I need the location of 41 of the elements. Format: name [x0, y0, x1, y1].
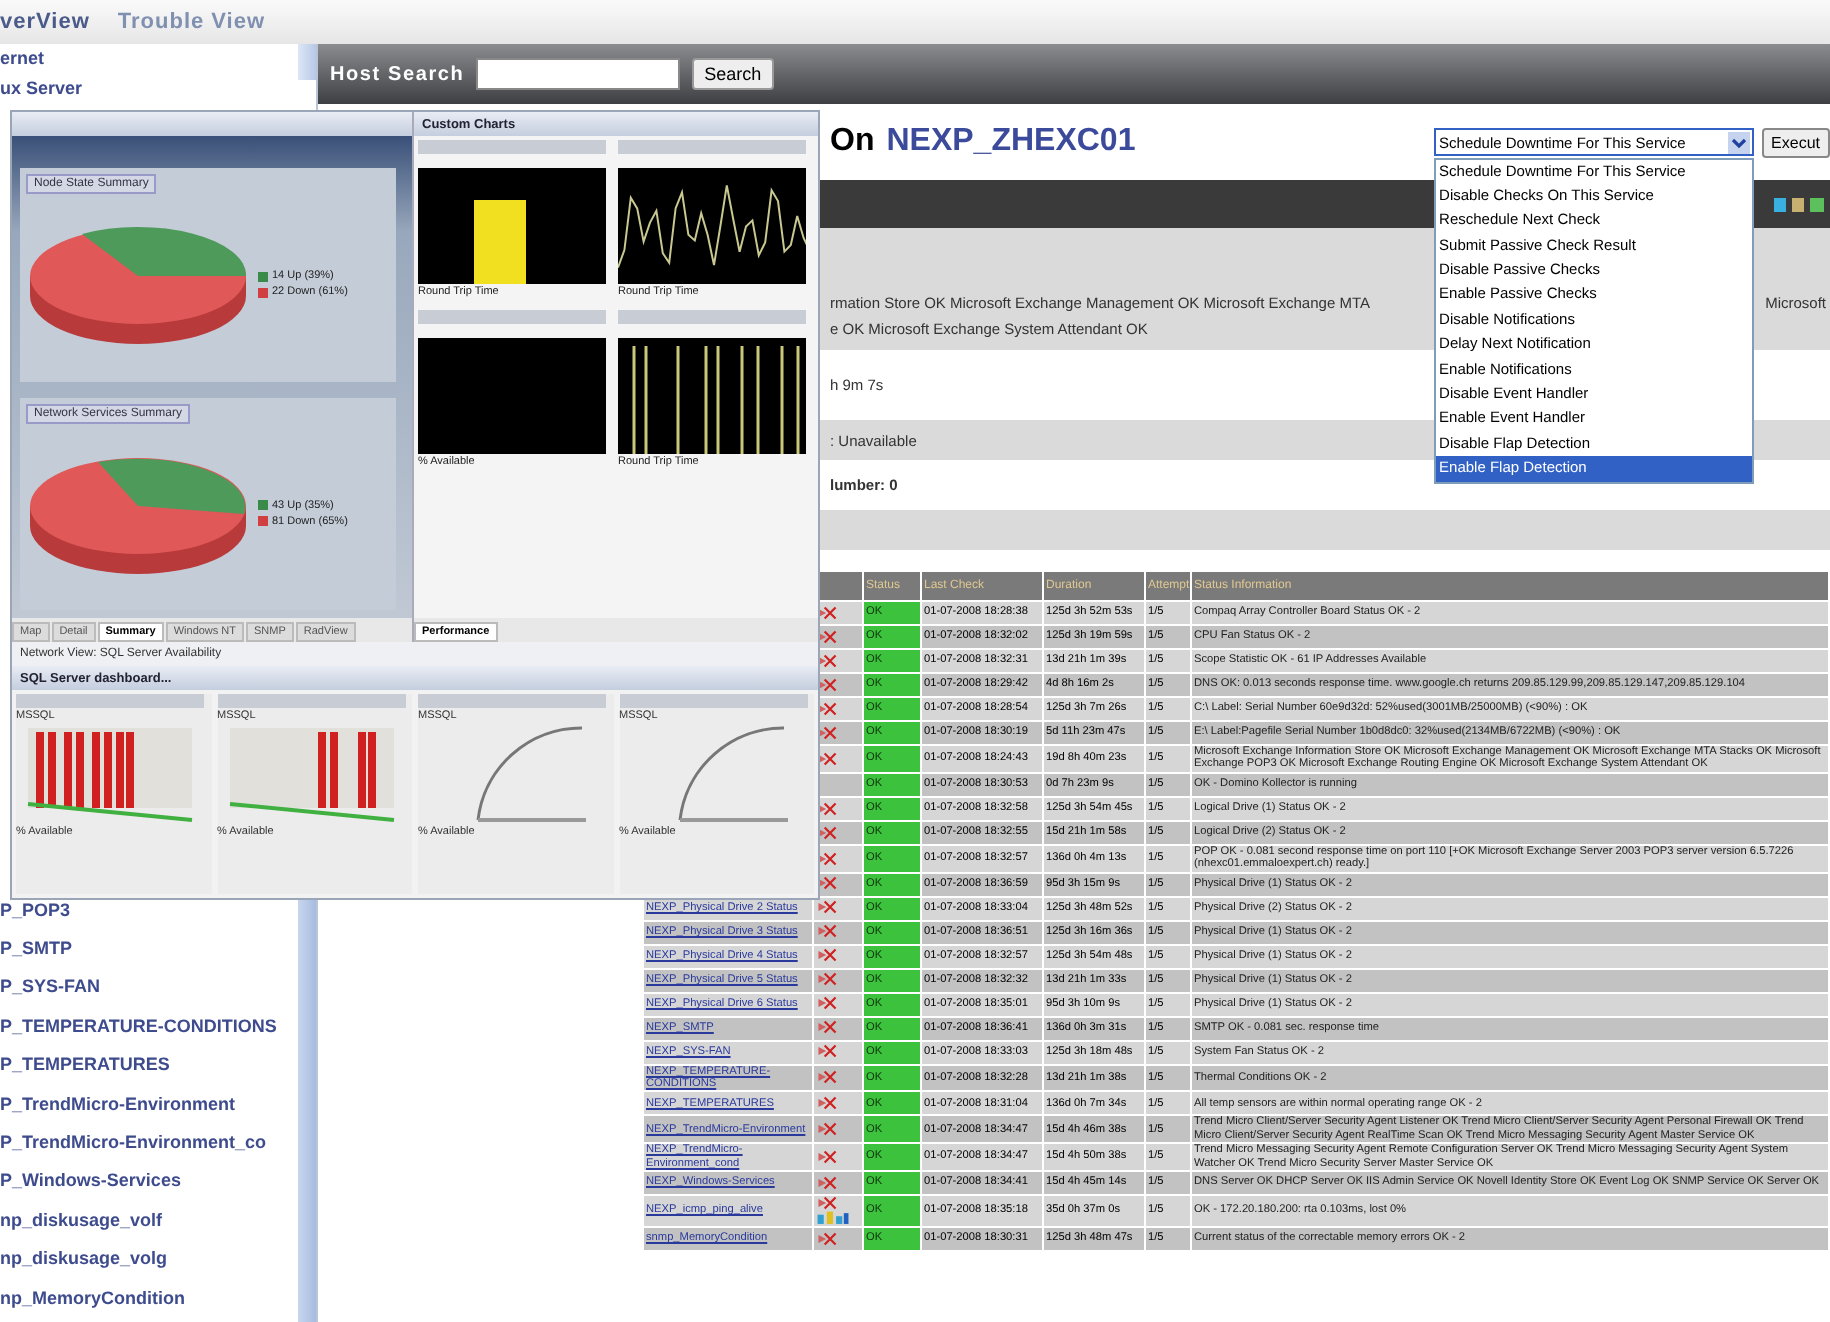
view-tab[interactable]: verView: [0, 10, 90, 34]
sidebar-item[interactable]: P_TEMPERATURES: [0, 1046, 298, 1086]
notifications-disabled-icon: [816, 1044, 838, 1059]
notifications-disabled-icon: [816, 1196, 838, 1211]
notifications-disabled-icon: [816, 1122, 838, 1137]
notifications-disabled-icon: [816, 972, 838, 987]
legend-swatch: [258, 287, 268, 298]
scrollbar[interactable]: [298, 900, 316, 1322]
notifications-disabled-icon: [816, 900, 838, 915]
sidebar-item[interactable]: np_MemoryCondition: [0, 1279, 298, 1318]
status-icons: [1774, 195, 1826, 213]
page-title: On: [830, 124, 875, 160]
execute-button[interactable]: Execut: [1761, 127, 1830, 157]
sidebar-item[interactable]: P_Windows-Services: [0, 1162, 298, 1202]
notifications-disabled-icon: [816, 1231, 838, 1246]
notifications-disabled-icon: [816, 1096, 838, 1111]
dropdown-arrow-icon: [1727, 131, 1750, 153]
legend-swatch: [258, 500, 268, 511]
notifications-disabled-icon: [816, 948, 838, 963]
sidebar-item[interactable]: P_SMTP: [0, 930, 298, 969]
legend-swatch: [258, 271, 268, 282]
legend-swatch: [258, 516, 268, 527]
sidebar-item[interactable]: P_TEMPERATURE-CONDITIONS: [0, 1007, 298, 1047]
notifications-disabled-icon: [816, 1020, 838, 1035]
notifications-disabled-icon: [816, 996, 838, 1011]
search-button[interactable]: Search: [692, 58, 774, 90]
sidebar-item[interactable]: np_diskusage_volg: [0, 1240, 298, 1280]
host-link[interactable]: NEXP_ZHEXC01: [886, 124, 1136, 160]
sidebar-item[interactable]: P_POP3: [0, 891, 298, 931]
notifications-disabled-icon: [816, 1149, 838, 1164]
notifications-disabled-icon: [816, 924, 838, 939]
sidebar-item[interactable]: ux Server: [0, 74, 298, 104]
search-label: Host Search: [330, 63, 465, 85]
sidebar-item[interactable]: np_diskusage_volf: [0, 1201, 298, 1241]
search-field[interactable]: [476, 58, 681, 90]
notifications-disabled-icon: [816, 1070, 838, 1085]
notifications-disabled-icon: [816, 1175, 838, 1190]
sidebar-item[interactable]: ernet: [0, 44, 298, 74]
sidebar-item[interactable]: P_SYS-FAN: [0, 968, 298, 1008]
sidebar-item[interactable]: P_TrendMicro-Environment_co: [0, 1124, 298, 1163]
sidebar-item[interactable]: P_TrendMicro-Environment: [0, 1085, 298, 1125]
